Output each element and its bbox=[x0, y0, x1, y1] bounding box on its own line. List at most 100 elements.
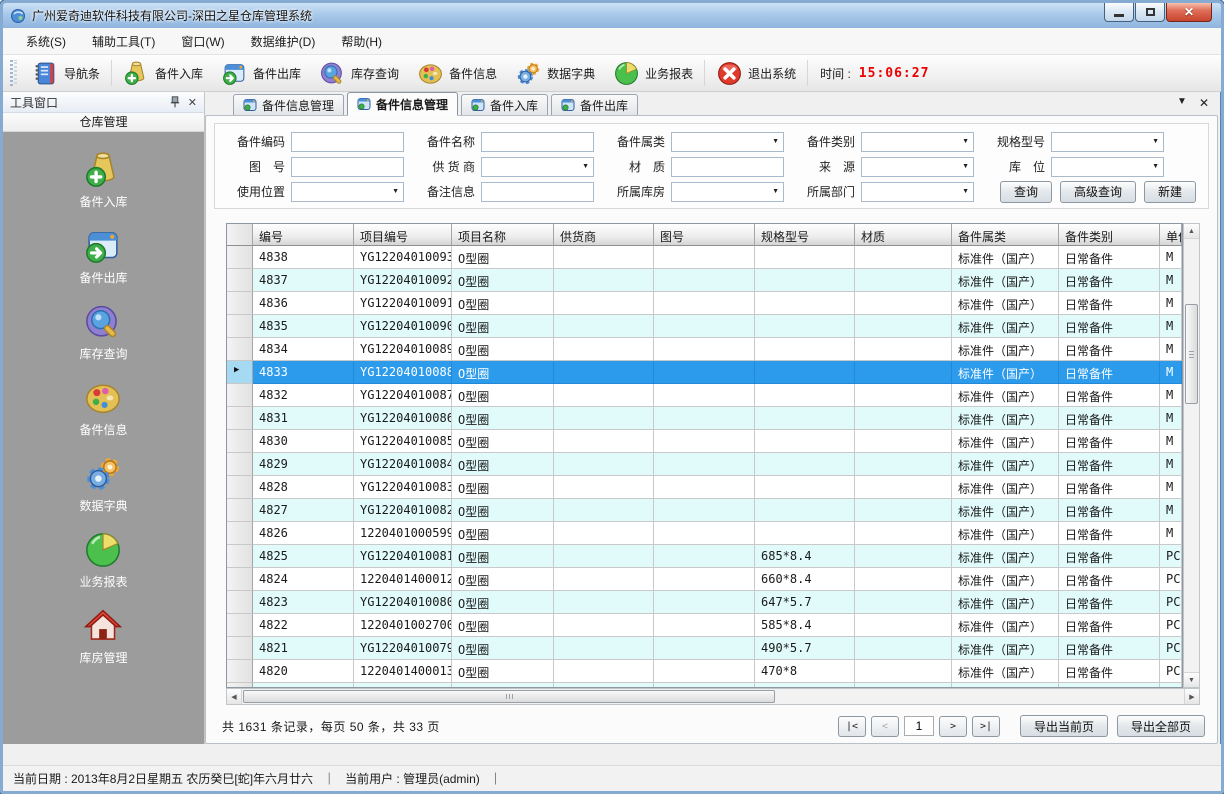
grid-cell-supplier[interactable] bbox=[554, 407, 654, 430]
grid-cell-id[interactable]: 4831 bbox=[253, 407, 354, 430]
grid-cell-attribute[interactable]: 标准件（国产） bbox=[952, 660, 1059, 683]
grid-cell-id[interactable]: 4822 bbox=[253, 614, 354, 637]
grid-cell-project_name[interactable]: O型圈 bbox=[452, 476, 554, 499]
row-indicator[interactable] bbox=[227, 522, 253, 545]
grid-cell-spec[interactable] bbox=[755, 315, 855, 338]
grid-cell-spec[interactable] bbox=[755, 361, 855, 384]
sidebar-item-parts-info[interactable]: 备件信息 bbox=[79, 378, 127, 438]
grid-cell-project_name[interactable]: O型圈 bbox=[452, 453, 554, 476]
grid-cell-supplier[interactable] bbox=[554, 292, 654, 315]
grid-cell-project_name[interactable]: O型圈 bbox=[452, 660, 554, 683]
grid-cell-drawing_no[interactable] bbox=[654, 591, 755, 614]
table-row[interactable]: 4821YG12204010079O型圈490*5.7标准件（国产）日常备件PC bbox=[227, 637, 1182, 660]
grid-cell-supplier[interactable] bbox=[554, 361, 654, 384]
table-row[interactable]: 48221220401002700O型圈585*8.4标准件（国产）日常备件PC bbox=[227, 614, 1182, 637]
part-category-combo[interactable]: ▼ bbox=[861, 132, 974, 152]
grid-cell-supplier[interactable] bbox=[554, 637, 654, 660]
grid-cell-attribute[interactable]: 标准件（国产） bbox=[952, 430, 1059, 453]
grid-cell-category[interactable]: 日常备件 bbox=[1059, 568, 1160, 591]
menu-item-2[interactable]: 窗口(W) bbox=[168, 28, 237, 55]
grid-cell-drawing_no[interactable] bbox=[654, 660, 755, 683]
toolbar-parts-inbound-button[interactable]: 备件入库 bbox=[114, 57, 212, 89]
sidebar-item-data-dictionary[interactable]: 数据字典 bbox=[79, 454, 127, 514]
grid-cell-unit[interactable]: PC bbox=[1160, 637, 1182, 660]
grid-cell-material[interactable] bbox=[855, 568, 952, 591]
grid-cell-project_name[interactable]: O型圈 bbox=[452, 522, 554, 545]
table-row[interactable]: 4825YG12204010081O型圈685*8.4标准件（国产）日常备件PC bbox=[227, 545, 1182, 568]
table-row[interactable]: 48201220401400013O型圈470*8标准件（国产）日常备件PC bbox=[227, 660, 1182, 683]
sidebar-item-business-report[interactable]: 业务报表 bbox=[79, 530, 127, 590]
part-attribute-combo[interactable]: ▼ bbox=[671, 132, 784, 152]
grid-cell-material[interactable] bbox=[855, 315, 952, 338]
department-combo[interactable]: ▼ bbox=[861, 182, 974, 202]
sidebar-item-parts-inbound[interactable]: 备件入库 bbox=[79, 150, 127, 210]
grid-cell-drawing_no[interactable] bbox=[654, 315, 755, 338]
grid-cell-drawing_no[interactable] bbox=[654, 476, 755, 499]
grid-cell-drawing_no[interactable] bbox=[654, 499, 755, 522]
grid-cell-unit[interactable]: M bbox=[1160, 499, 1182, 522]
grid-cell-id[interactable]: 4836 bbox=[253, 292, 354, 315]
grid-cell-unit[interactable]: PC bbox=[1160, 591, 1182, 614]
grid-cell-project_code[interactable]: YG12204010084 bbox=[354, 453, 452, 476]
grid-cell-spec[interactable] bbox=[755, 453, 855, 476]
table-row[interactable]: 48261220401000599O型圈标准件（国产）日常备件M bbox=[227, 522, 1182, 545]
grid-cell-drawing_no[interactable] bbox=[654, 269, 755, 292]
row-indicator[interactable] bbox=[227, 453, 253, 476]
grid-cell-material[interactable] bbox=[855, 384, 952, 407]
column-header-material[interactable]: 材质 bbox=[855, 224, 952, 246]
part-code-input[interactable] bbox=[291, 132, 404, 152]
menu-item-1[interactable]: 辅助工具(T) bbox=[79, 28, 168, 55]
grid-cell-supplier[interactable] bbox=[554, 568, 654, 591]
grid-cell-spec[interactable] bbox=[755, 246, 855, 269]
table-row[interactable]: 4823YG12204010080O型圈647*5.7标准件（国产）日常备件PC bbox=[227, 591, 1182, 614]
toolbar-data-dictionary-button[interactable]: 数据字典 bbox=[506, 57, 604, 89]
grid-cell-drawing_no[interactable] bbox=[654, 292, 755, 315]
page-number-input[interactable] bbox=[904, 716, 934, 736]
grid-cell-attribute[interactable]: 标准件（国产） bbox=[952, 315, 1059, 338]
grid-cell-material[interactable] bbox=[855, 269, 952, 292]
drawing-no-input[interactable] bbox=[291, 157, 404, 177]
grid-cell-category[interactable]: 日常备件 bbox=[1059, 545, 1160, 568]
grid-cell-unit[interactable]: M bbox=[1160, 522, 1182, 545]
grid-cell-unit[interactable]: M bbox=[1160, 338, 1182, 361]
grid-cell-project_name[interactable]: O型圈 bbox=[452, 614, 554, 637]
grid-cell-id[interactable]: 4824 bbox=[253, 568, 354, 591]
grid-cell-category[interactable]: 日常备件 bbox=[1059, 338, 1160, 361]
grid-cell-drawing_no[interactable] bbox=[654, 568, 755, 591]
tab-parts-info-mgmt-2[interactable]: 备件信息管理 bbox=[347, 92, 458, 115]
grid-cell-drawing_no[interactable] bbox=[654, 430, 755, 453]
grid-cell-material[interactable] bbox=[855, 637, 952, 660]
grid-cell-supplier[interactable] bbox=[554, 315, 654, 338]
grid-cell-spec[interactable]: 660*8.4 bbox=[755, 568, 855, 591]
grid-cell-category[interactable]: 日常备件 bbox=[1059, 269, 1160, 292]
grid-cell-project_code[interactable]: YG12204010086 bbox=[354, 407, 452, 430]
grid-cell-project_name[interactable]: O型圈 bbox=[452, 545, 554, 568]
tab-parts-inbound[interactable]: 备件入库 bbox=[461, 94, 548, 115]
grid-cell-attribute[interactable]: 标准件（国产） bbox=[952, 476, 1059, 499]
sidebar-item-parts-outbound[interactable]: 备件出库 bbox=[79, 226, 127, 286]
grid-cell-id[interactable]: 4833 bbox=[253, 361, 354, 384]
tab-list-dropdown-icon[interactable]: ▼ bbox=[1177, 96, 1187, 110]
grid-cell-project_name[interactable]: O型圈 bbox=[452, 338, 554, 361]
grid-cell-project_code[interactable]: 1220401000599 bbox=[354, 522, 452, 545]
grid-cell-supplier[interactable] bbox=[554, 246, 654, 269]
grid-cell-drawing_no[interactable] bbox=[654, 384, 755, 407]
grid-cell-supplier[interactable] bbox=[554, 338, 654, 361]
row-indicator[interactable] bbox=[227, 545, 253, 568]
grid-cell-project_code[interactable]: 1220401400012 bbox=[354, 568, 452, 591]
sidebar-group-title[interactable]: 仓库管理 bbox=[3, 113, 204, 132]
row-indicator[interactable] bbox=[227, 269, 253, 292]
table-row[interactable]: 4832YG12204010087O型圈标准件（国产）日常备件M bbox=[227, 384, 1182, 407]
grid-cell-id[interactable]: 4835 bbox=[253, 315, 354, 338]
grid-cell-id[interactable]: 4823 bbox=[253, 591, 354, 614]
grid-cell-unit[interactable]: PC bbox=[1160, 545, 1182, 568]
export-current-page-button[interactable]: 导出当前页 bbox=[1020, 715, 1108, 737]
grid-cell-spec[interactable]: 685*8.4 bbox=[755, 545, 855, 568]
vertical-scroll-thumb[interactable] bbox=[1185, 304, 1198, 404]
row-indicator[interactable] bbox=[227, 315, 253, 338]
grid-cell-id[interactable]: 4837 bbox=[253, 269, 354, 292]
grid-cell-spec[interactable]: 647*5.7 bbox=[755, 591, 855, 614]
grid-cell-material[interactable] bbox=[855, 522, 952, 545]
grid-cell-project_code[interactable]: YG12204010093 bbox=[354, 246, 452, 269]
grid-cell-unit[interactable]: M bbox=[1160, 292, 1182, 315]
